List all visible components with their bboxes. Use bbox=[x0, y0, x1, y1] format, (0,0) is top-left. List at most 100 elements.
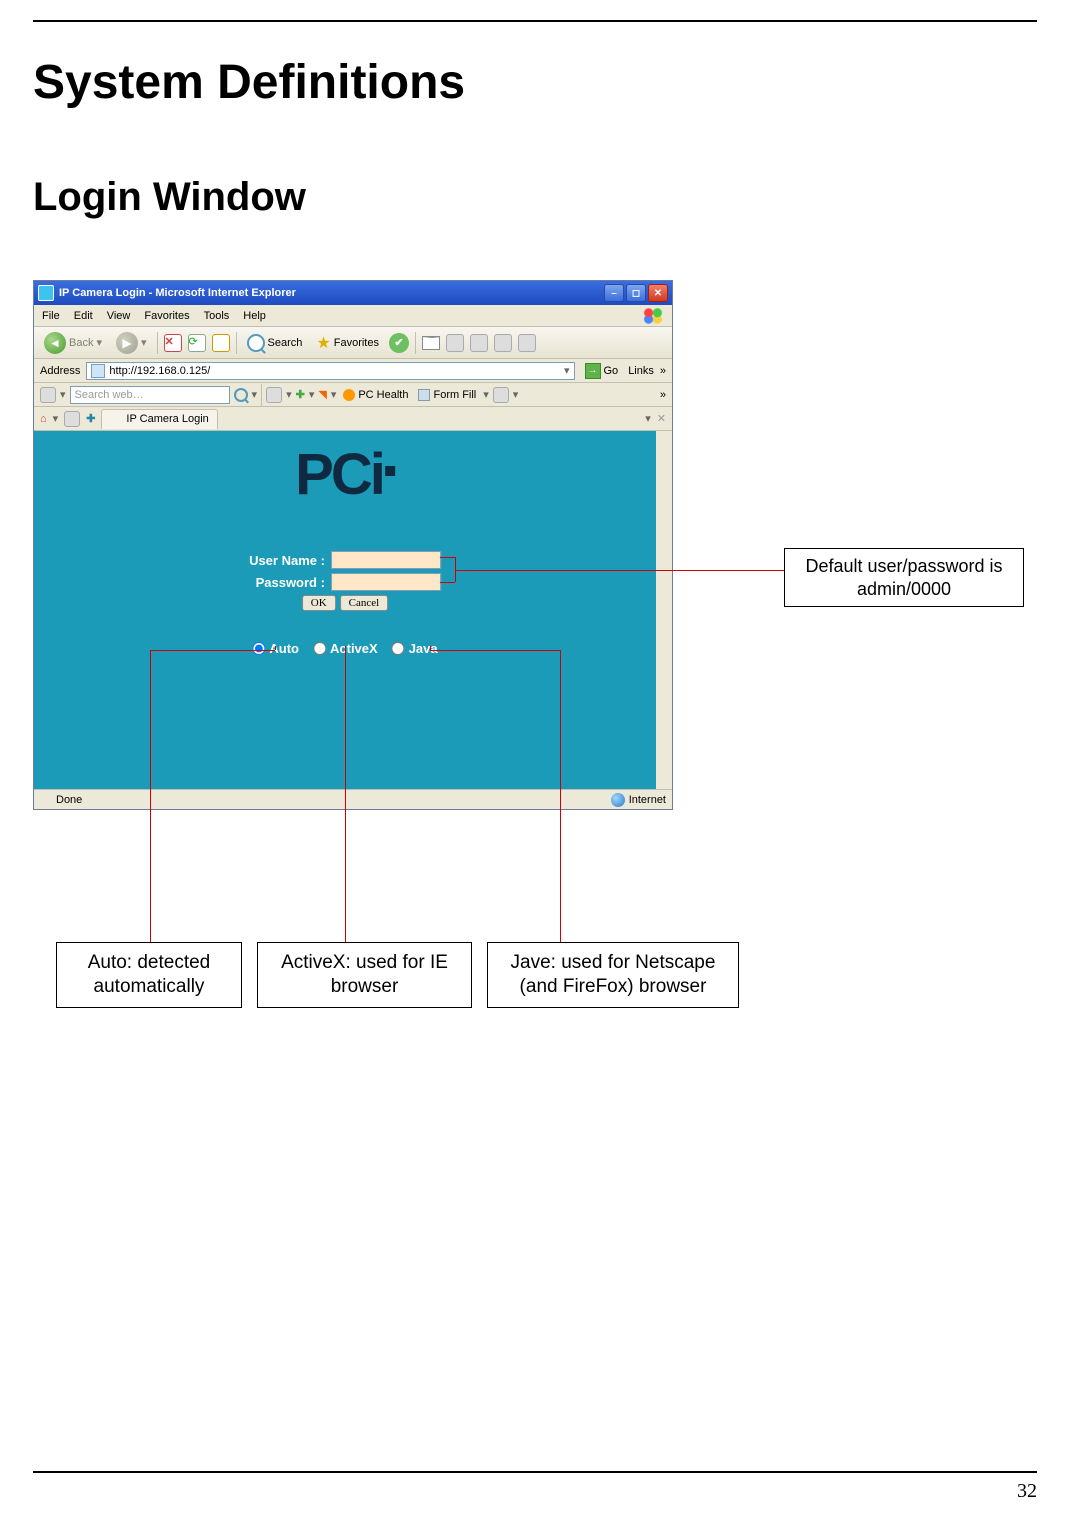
dropdown-icon[interactable]: ▾ bbox=[309, 388, 315, 401]
pc-health-label: PC Health bbox=[358, 389, 408, 401]
scroll-down-icon[interactable]: ▾ bbox=[656, 773, 672, 789]
chevron-icon[interactable]: » bbox=[660, 365, 666, 377]
toolbar-logo-icon[interactable] bbox=[40, 387, 56, 403]
menu-favorites[interactable]: Favorites bbox=[144, 310, 189, 322]
back-label: Back bbox=[69, 337, 93, 349]
callout-text: Default user/password is admin/0000 bbox=[805, 556, 1002, 599]
browser-window: IP Camera Login - Microsoft Internet Exp… bbox=[33, 280, 673, 810]
edit-button[interactable] bbox=[470, 334, 488, 352]
radio-auto-label: Auto bbox=[269, 641, 299, 656]
search-web-input[interactable]: Search web… bbox=[70, 386, 230, 404]
toolbar: ◄ Back ▾ ▶ ▾ ✕ ⟳ Search ★ Favorites ✔ bbox=[34, 327, 672, 359]
search-icon[interactable] bbox=[234, 388, 248, 402]
radio-java-input[interactable] bbox=[392, 642, 405, 655]
callout-line bbox=[440, 557, 455, 558]
tab-bar: ⌂ ▾ ✚ IP Camera Login ▾ ✕ bbox=[34, 407, 672, 431]
chevron-icon[interactable]: » bbox=[660, 389, 666, 401]
print-button[interactable] bbox=[446, 334, 464, 352]
minimize-button[interactable]: – bbox=[604, 284, 624, 302]
menu-file[interactable]: File bbox=[42, 310, 60, 322]
forward-arrow-icon: ▶ bbox=[116, 332, 138, 354]
menu-tools[interactable]: Tools bbox=[204, 310, 230, 322]
mail-button[interactable] bbox=[422, 336, 440, 350]
dropdown-icon[interactable]: ▾ bbox=[331, 388, 337, 401]
search-placeholder: Search web… bbox=[75, 389, 144, 401]
pci-logo: PCi bbox=[295, 441, 395, 508]
ok-button[interactable]: OK bbox=[302, 595, 336, 611]
research-button[interactable] bbox=[518, 334, 536, 352]
statusbar: Done Internet bbox=[34, 789, 672, 809]
forward-button[interactable]: ▶ ▾ bbox=[112, 331, 151, 355]
password-input[interactable] bbox=[331, 573, 441, 591]
refresh-button[interactable]: ⟳ bbox=[188, 334, 206, 352]
add-tab-icon[interactable]: ✚ bbox=[86, 412, 95, 425]
page-title: System Definitions bbox=[33, 55, 465, 110]
popup-blocker-icon[interactable] bbox=[266, 387, 282, 403]
form-icon bbox=[418, 389, 430, 401]
dropdown-icon: ▾ bbox=[141, 336, 147, 349]
tab-ip-camera-login[interactable]: IP Camera Login bbox=[101, 409, 217, 429]
home-button[interactable] bbox=[212, 334, 230, 352]
maximize-button[interactable]: ◻ bbox=[626, 284, 646, 302]
address-value: http://192.168.0.125/ bbox=[109, 365, 210, 377]
page-icon bbox=[91, 364, 105, 378]
close-button[interactable]: ✕ bbox=[648, 284, 668, 302]
star-icon: ★ bbox=[316, 333, 330, 353]
stop-button[interactable]: ✕ bbox=[164, 334, 182, 352]
callout-line bbox=[275, 646, 276, 650]
history-button[interactable]: ✔ bbox=[389, 333, 409, 353]
flag-icon[interactable]: ◥ bbox=[318, 388, 326, 401]
menu-view[interactable]: View bbox=[107, 310, 131, 322]
go-button[interactable]: → Go bbox=[581, 363, 623, 379]
dropdown-icon[interactable]: ▾ bbox=[286, 388, 292, 401]
tab-icon[interactable] bbox=[64, 411, 80, 427]
search-icon bbox=[247, 334, 265, 352]
titlebar: IP Camera Login - Microsoft Internet Exp… bbox=[34, 281, 672, 305]
scroll-up-icon[interactable]: ▴ bbox=[656, 431, 672, 447]
address-input[interactable]: http://192.168.0.125/ ▾ bbox=[86, 362, 574, 380]
callout-line bbox=[150, 650, 275, 651]
close-tab-icon[interactable]: ✕ bbox=[657, 412, 666, 425]
home-tab-icon[interactable]: ⌂ bbox=[40, 413, 47, 425]
cancel-button[interactable]: Cancel bbox=[340, 595, 389, 611]
links-label[interactable]: Links bbox=[628, 365, 654, 377]
search-toolbar: ▾ Search web… ▾ ▾ ✚ ▾ ◥ ▾ PC Health Form… bbox=[34, 383, 672, 407]
page-number: 32 bbox=[1017, 1480, 1037, 1503]
messenger-button[interactable] bbox=[494, 334, 512, 352]
plus-icon[interactable]: ✚ bbox=[296, 388, 305, 401]
feed-icon[interactable] bbox=[493, 387, 509, 403]
separator bbox=[261, 384, 262, 406]
back-button[interactable]: ◄ Back ▾ bbox=[40, 331, 106, 355]
address-label: Address bbox=[40, 365, 80, 377]
radio-auto-input[interactable] bbox=[252, 642, 265, 655]
dropdown-icon[interactable]: ▾ bbox=[513, 388, 519, 401]
page-content: ▴ ▾ PCi User Name : Password : OK Cancel… bbox=[34, 431, 672, 789]
go-label: Go bbox=[604, 365, 619, 377]
search-label: Search bbox=[268, 337, 303, 349]
dropdown-icon[interactable]: ▾ bbox=[483, 388, 489, 401]
dropdown-icon[interactable]: ▾ bbox=[53, 412, 59, 425]
form-fill-button[interactable]: Form Fill bbox=[415, 389, 479, 401]
dropdown-icon[interactable]: ▾ bbox=[564, 364, 570, 377]
back-arrow-icon: ◄ bbox=[44, 332, 66, 354]
menu-help[interactable]: Help bbox=[243, 310, 266, 322]
search-button[interactable]: Search bbox=[243, 331, 307, 355]
page-icon bbox=[40, 794, 52, 806]
dropdown-icon[interactable]: ▾ bbox=[252, 388, 258, 401]
dropdown-icon[interactable]: ▾ bbox=[60, 388, 66, 401]
dropdown-icon[interactable]: ▾ bbox=[645, 412, 651, 425]
window-title: IP Camera Login - Microsoft Internet Exp… bbox=[59, 287, 296, 299]
callout-default-creds: Default user/password is admin/0000 bbox=[784, 548, 1024, 607]
windows-flag-icon bbox=[642, 308, 664, 324]
separator bbox=[236, 332, 237, 354]
callout-line bbox=[560, 650, 561, 942]
callout-line bbox=[455, 570, 784, 571]
go-arrow-icon: → bbox=[585, 363, 601, 379]
favorites-button[interactable]: ★ Favorites bbox=[312, 331, 383, 355]
pc-health-button[interactable]: PC Health bbox=[340, 389, 411, 401]
username-input[interactable] bbox=[331, 551, 441, 569]
menu-edit[interactable]: Edit bbox=[74, 310, 93, 322]
section-title: Login Window bbox=[33, 175, 306, 220]
radio-activex-input[interactable] bbox=[313, 642, 326, 655]
callout-line bbox=[440, 582, 455, 583]
